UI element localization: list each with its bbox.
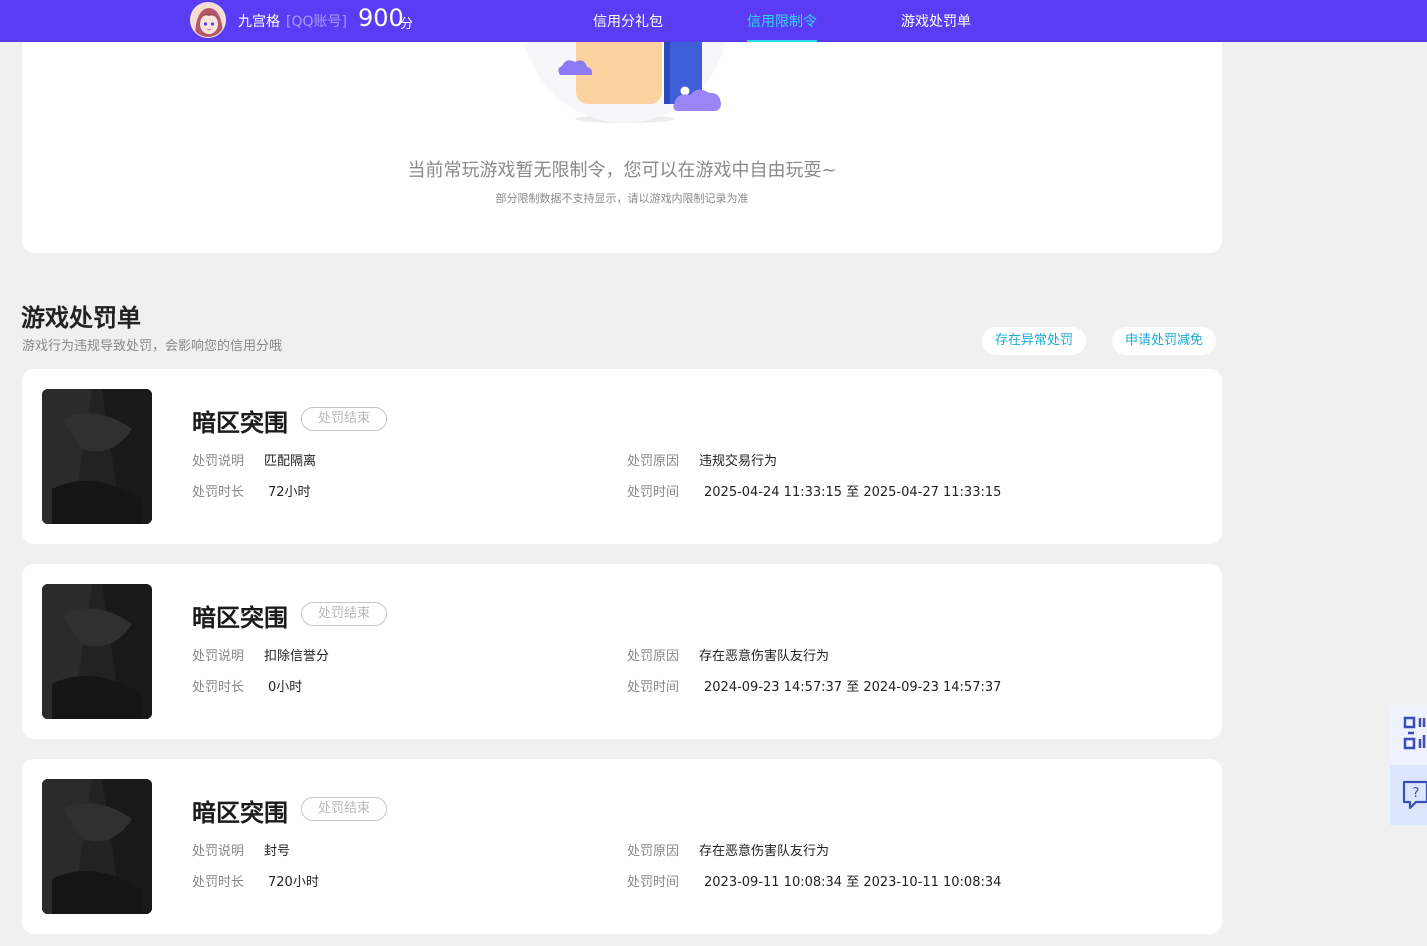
duration-value: 72小时 — [268, 485, 311, 500]
active-tab-indicator — [747, 40, 817, 42]
avatar-image — [191, 3, 225, 37]
time-value: 2023-09-11 10:08:34 至 2023-10-11 10:08:3… — [704, 875, 1002, 890]
tab-game-penalty[interactable]: 游戏处罚单 — [901, 11, 971, 31]
credit-score-value: 900 — [358, 4, 404, 32]
tab-credit-restriction[interactable]: 信用限制令 — [747, 11, 817, 31]
description-label: 处罚说明 — [192, 454, 245, 469]
reason-value: 存在恶意伤害队友行为 — [699, 844, 830, 859]
reason-label: 处罚原因 — [627, 649, 680, 664]
game-name: 暗区突围 — [192, 799, 288, 827]
penalty-card: 暗区突围 处罚结束 处罚说明 扣除信誉分 处罚原因 存在恶意伤害队友行为 处罚时… — [22, 564, 1222, 739]
help-button[interactable]: ? — [1390, 765, 1427, 825]
description-label: 处罚说明 — [192, 649, 245, 664]
status-badge: 处罚结束 — [301, 407, 387, 431]
apply-reduction-button[interactable]: 申请处罚减免 — [1112, 327, 1217, 355]
time-value: 2025-04-24 11:33:15 至 2025-04-27 11:33:1… — [704, 485, 1002, 500]
qr-code-button[interactable] — [1390, 705, 1427, 765]
game-cover-image — [42, 389, 152, 524]
game-cover-image — [42, 779, 152, 914]
time-label: 处罚时间 — [627, 485, 680, 500]
description-value: 封号 — [264, 844, 291, 859]
time-label: 处罚时间 — [627, 875, 680, 890]
game-name: 暗区突围 — [192, 409, 288, 437]
reason-value: 违规交易行为 — [699, 454, 778, 469]
game-thumbnail — [42, 779, 152, 914]
duration-label: 处罚时长 — [192, 485, 245, 500]
svg-text:?: ? — [1413, 786, 1420, 801]
account-type-label: [QQ账号] — [286, 14, 347, 30]
avatar[interactable] — [190, 2, 226, 38]
game-thumbnail — [42, 389, 152, 524]
duration-label: 处罚时长 — [192, 680, 245, 695]
reason-label: 处罚原因 — [627, 844, 680, 859]
help-chat-icon: ? — [1402, 780, 1427, 810]
description-value: 匹配隔离 — [264, 454, 317, 469]
duration-value: 720小时 — [268, 875, 319, 890]
abnormal-penalty-button[interactable]: 存在异常处罚 — [982, 327, 1087, 355]
duration-label: 处罚时长 — [192, 875, 245, 890]
restriction-empty-card: 当前常玩游戏暂无限制令，您可以在游戏中自由玩耍~ 部分限制数据不支持显示，请以游… — [22, 20, 1222, 253]
reason-label: 处罚原因 — [627, 454, 680, 469]
time-value: 2024-09-23 14:57:37 至 2024-09-23 14:57:3… — [704, 680, 1002, 695]
top-nav-bar: 九宫格 [QQ账号] 900 分 信用分礼包 信用限制令 游戏处罚单 — [0, 0, 1427, 42]
credit-score-unit: 分 — [400, 17, 414, 32]
game-name: 暗区突围 — [192, 604, 288, 632]
penalty-card: 暗区突围 处罚结束 处罚说明 封号 处罚原因 存在恶意伤害队友行为 处罚时长 7… — [22, 759, 1222, 934]
time-label: 处罚时间 — [627, 680, 680, 695]
reason-value: 存在恶意伤害队友行为 — [699, 649, 830, 664]
game-cover-image — [42, 584, 152, 719]
tab-credit-gift[interactable]: 信用分礼包 — [593, 11, 663, 31]
status-badge: 处罚结束 — [301, 602, 387, 626]
empty-state-title: 当前常玩游戏暂无限制令，您可以在游戏中自由玩耍~ — [407, 160, 837, 181]
empty-state-note: 部分限制数据不支持显示，请以游戏内限制记录为准 — [495, 192, 749, 205]
game-thumbnail — [42, 584, 152, 719]
penalty-card: 暗区突围 处罚结束 处罚说明 匹配隔离 处罚原因 违规交易行为 处罚时长 72小… — [22, 369, 1222, 544]
duration-value: 0小时 — [268, 680, 303, 695]
section-title: 游戏处罚单 — [21, 304, 141, 332]
qr-code-icon — [1403, 716, 1426, 750]
description-label: 处罚说明 — [192, 844, 245, 859]
status-badge: 处罚结束 — [301, 797, 387, 821]
section-subtitle: 游戏行为违规导致处罚，会影响您的信用分哦 — [22, 339, 283, 354]
description-value: 扣除信誉分 — [264, 649, 330, 664]
user-name: 九宫格 — [238, 14, 280, 30]
